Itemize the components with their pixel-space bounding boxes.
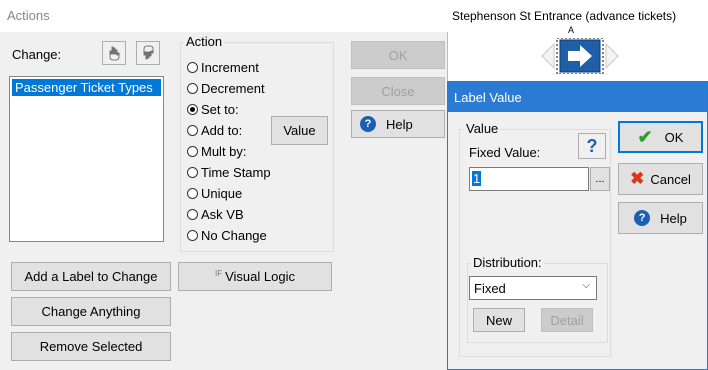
radio-unique[interactable]: Unique — [187, 184, 242, 202]
dialog-title: Label Value — [454, 90, 522, 105]
radio-label: Increment — [201, 59, 259, 75]
fixed-value-help-button[interactable]: ? — [578, 133, 606, 159]
radio-circle — [187, 187, 198, 199]
distribution-selected-value: Fixed — [474, 281, 506, 296]
entrance-label: Stephenson St Entrance (advance tickets) — [452, 9, 677, 23]
radio-circle — [187, 208, 198, 220]
radio-increment[interactable]: Increment — [187, 58, 259, 76]
dialog-cancel-button[interactable]: ✖ Cancel — [618, 163, 703, 195]
radio-add-to[interactable]: Add to: — [187, 121, 242, 139]
radio-circle — [187, 61, 198, 73]
dialog-ok-button[interactable]: ✔ OK — [618, 121, 703, 153]
radio-circle — [187, 145, 198, 157]
distribution-group-title: Distribution: — [471, 255, 544, 270]
dialog-help-button[interactable]: ? Help — [618, 202, 703, 234]
radio-label: Mult by: — [201, 143, 247, 159]
radio-ask-vb[interactable]: Ask VB — [187, 205, 244, 223]
change-label: Change: — [12, 47, 62, 62]
help-button[interactable]: ? Help — [351, 110, 445, 138]
x-cross-icon: ✖ — [630, 169, 645, 188]
radio-label: Add to: — [201, 122, 243, 138]
close-button[interactable]: Close — [351, 77, 445, 105]
change-listbox[interactable]: Passenger Ticket Types — [9, 76, 164, 242]
fixed-value-input[interactable]: 1 — [469, 167, 589, 191]
fixed-value-text: 1 — [472, 171, 482, 186]
chevron-down-icon: ⌵ — [582, 280, 590, 291]
help-icon: ? — [360, 116, 376, 132]
add-label-button[interactable]: Add a Label to Change — [11, 262, 171, 291]
question-icon: ? — [586, 135, 598, 156]
radio-set-to[interactable]: Set to: — [187, 100, 239, 118]
change-anything-button[interactable]: Change Anything — [11, 297, 171, 326]
visual-logic-button[interactable]: IF Visual Logic — [178, 262, 332, 291]
radio-label: Unique — [201, 185, 243, 201]
radio-label: Set to: — [201, 101, 239, 117]
radio-label: Time Stamp — [201, 164, 271, 180]
radio-label: Ask VB — [201, 206, 244, 222]
help-icon: ? — [634, 210, 651, 226]
dialog-help-label: Help — [660, 210, 687, 226]
detail-button[interactable]: Detail — [541, 308, 593, 332]
entrance-node[interactable] — [540, 37, 620, 75]
help-button-label: Help — [386, 116, 413, 132]
new-button[interactable]: New — [473, 308, 525, 332]
remove-selected-button[interactable]: Remove Selected — [11, 332, 171, 361]
radio-mult-by[interactable]: Mult by: — [187, 142, 247, 160]
checkmark-icon: ✔ — [637, 126, 653, 147]
visual-logic-label: Visual Logic — [225, 269, 295, 284]
radio-no-change[interactable]: No Change — [187, 226, 267, 244]
distribution-select[interactable]: Fixed ⌵ — [469, 276, 597, 300]
radio-circle — [187, 82, 198, 94]
radio-circle — [187, 124, 198, 136]
dialog-titlebar: Label Value — [448, 82, 707, 112]
actions-window-title: Actions — [7, 8, 50, 23]
radio-label: Decrement — [201, 80, 265, 96]
radio-circle — [187, 166, 198, 178]
dialog-ok-label: OK — [664, 129, 684, 145]
radio-time-stamp[interactable]: Time Stamp — [187, 163, 271, 181]
actions-window: Actions Change: Passenger Ticket Types A… — [0, 0, 448, 370]
ok-button[interactable]: OK — [351, 41, 445, 69]
hand-down-icon[interactable] — [136, 41, 160, 65]
value-button[interactable]: Value — [271, 116, 328, 145]
node-marker: A — [568, 25, 575, 35]
value-group-title: Value — [464, 121, 501, 136]
radio-decrement[interactable]: Decrement — [187, 79, 265, 97]
change-list-item[interactable]: Passenger Ticket Types — [12, 79, 161, 96]
visual-logic-icon: IF — [215, 269, 223, 278]
radio-circle — [187, 229, 198, 241]
action-group-title: Action — [184, 34, 225, 49]
radio-circle-selected — [187, 103, 198, 115]
browse-button[interactable]: ... — [590, 167, 610, 191]
hand-up-icon[interactable] — [102, 41, 126, 65]
dialog-cancel-label: Cancel — [650, 171, 691, 187]
label-value-dialog: Label Value Value Fixed Value: ? 1 ... D… — [447, 81, 708, 370]
actions-titlebar: Actions — [0, 0, 448, 32]
radio-label: No Change — [201, 227, 267, 243]
fixed-value-label: Fixed Value: — [469, 145, 541, 160]
